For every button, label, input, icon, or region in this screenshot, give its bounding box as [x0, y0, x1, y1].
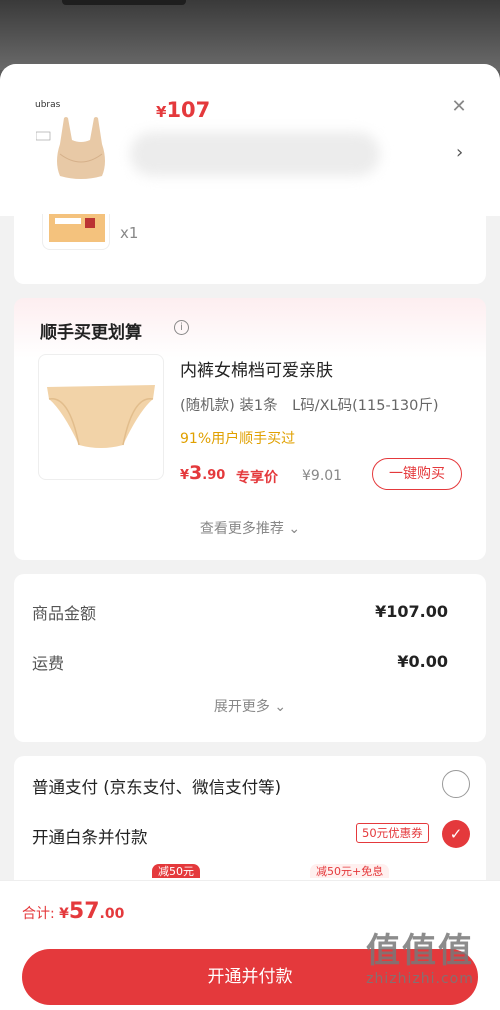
blurred-product-info	[130, 132, 380, 176]
brand-label: ubras	[35, 100, 61, 110]
recommend-product-spec: (随机款) 装1条 L码/XL码(115-130斤)	[180, 398, 439, 414]
normal-payment-radio[interactable]	[442, 770, 470, 798]
discount-chip: 减50元	[152, 864, 200, 878]
goods-amount-value: ¥107.00	[375, 602, 448, 621]
shipping-value: ¥0.00	[397, 652, 448, 671]
baitiao-payment-option[interactable]: 开通白条并付款	[32, 824, 148, 848]
checkout-footer: 合计: ¥57.00 开通并付款 值值值 zhizhizhi.com	[0, 880, 500, 1010]
normal-payment-option[interactable]: 普通支付 (京东支付、微信支付等)	[32, 774, 281, 798]
bra-product-image	[36, 117, 105, 179]
info-icon[interactable]: i	[174, 320, 189, 335]
item-quantity: x1	[120, 224, 139, 242]
recommend-title: 顺手买更划算	[40, 323, 142, 343]
underwear-product-image[interactable]	[38, 354, 164, 480]
expand-more-link[interactable]: 展开更多 ⌄	[14, 696, 486, 716]
watermark-logo: 值值值	[366, 931, 474, 971]
price-summary-card: 商品金额 ¥107.00 运费 ¥0.00 展开更多 ⌄	[14, 574, 486, 742]
order-item-thumbnail[interactable]	[42, 214, 110, 250]
chevron-down-icon: ⌄	[274, 699, 287, 715]
checkout-sheet: ubras ¥107 ✕ › x1 顺手买更划算 i 内裤女棉档可爱亲肤 (随机…	[0, 64, 500, 1010]
original-price: ¥9.01	[302, 468, 343, 484]
close-icon[interactable]: ✕	[448, 96, 470, 118]
discount-interest-free-chip: 减50元+免息	[310, 864, 390, 878]
status-pill	[62, 0, 186, 5]
coupon-badge: 50元优惠券	[356, 823, 429, 843]
order-item-card: x1	[14, 214, 486, 284]
header-price: ¥107	[156, 98, 211, 122]
total-amount: 合计: ¥57.00	[22, 899, 125, 924]
recommend-card: 顺手买更划算 i 内裤女棉档可爱亲肤 (随机款) 装1条 L码/XL码(115-…	[14, 298, 486, 560]
site-watermark: 值值值 zhizhizhi.com	[350, 931, 490, 1010]
product-header: ubras ¥107 ✕ ›	[0, 64, 500, 216]
exclusive-price-label: 专享价	[236, 470, 278, 486]
more-recommendations-link[interactable]: 查看更多推荐 ⌄	[14, 518, 486, 538]
chevron-down-icon: ⌄	[288, 521, 301, 537]
chevron-right-icon[interactable]: ›	[456, 142, 463, 163]
checkmark-icon[interactable]: ✓	[442, 820, 470, 848]
watermark-site: zhizhizhi.com	[366, 971, 474, 987]
recommend-social-proof: 91%用户顺手买过	[180, 431, 296, 447]
one-click-buy-button[interactable]: 一键购买	[372, 458, 462, 490]
shipping-label: 运费	[32, 654, 65, 673]
recommend-price: ¥3.90	[180, 462, 226, 484]
goods-amount-label: 商品金额	[32, 604, 97, 623]
status-bar-backdrop	[0, 0, 500, 70]
recommend-product-name[interactable]: 内裤女棉档可爱亲肤	[180, 356, 333, 381]
